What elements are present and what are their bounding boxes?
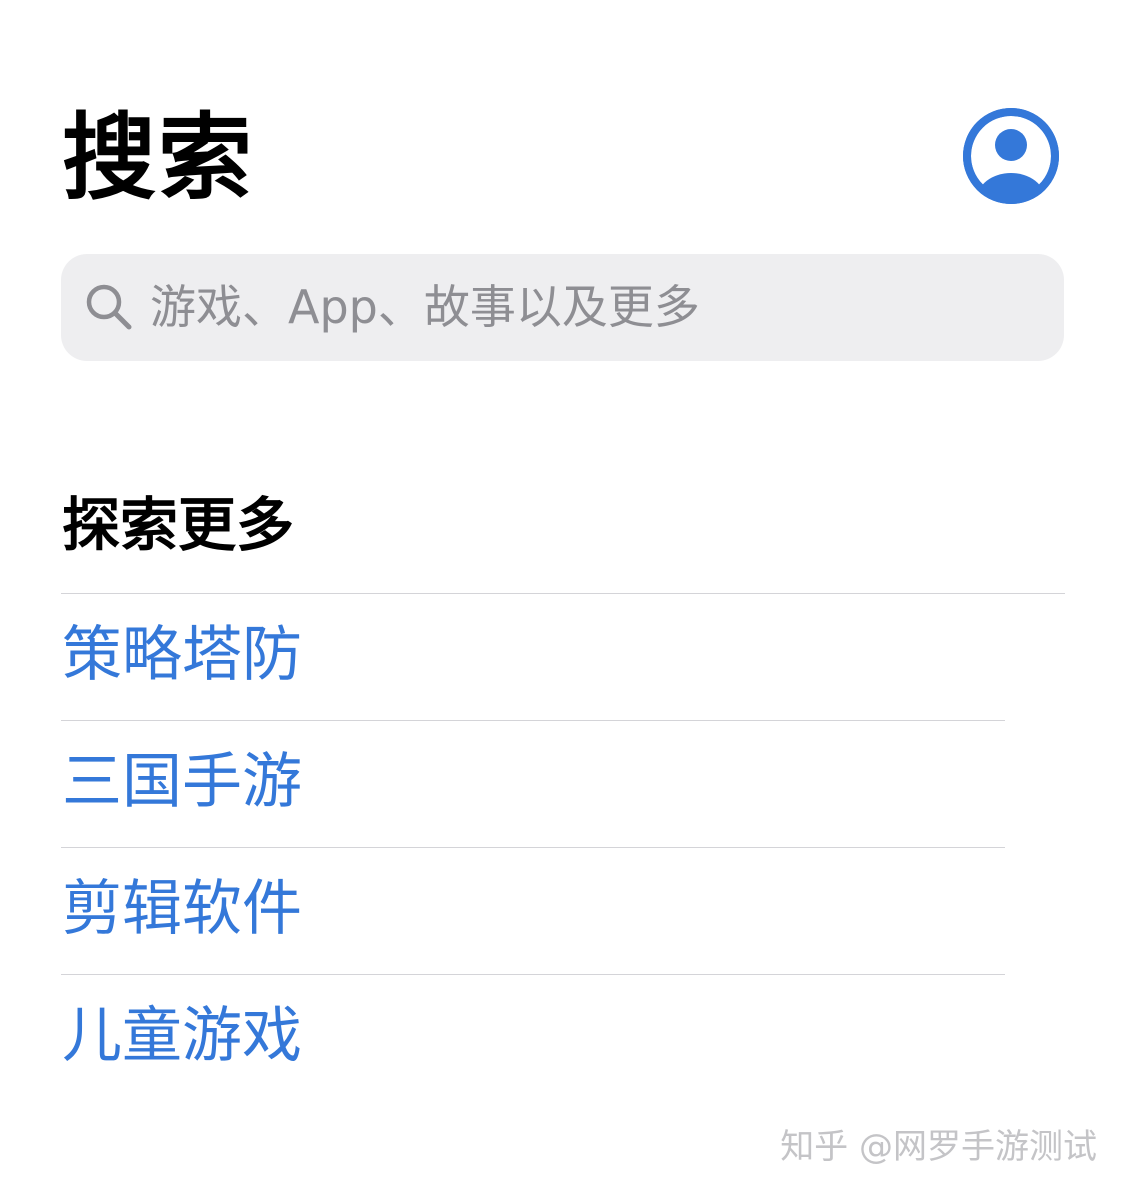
list-item-suggestion[interactable]: 三国手游 bbox=[62, 722, 1006, 848]
list-item-label: 剪辑软件 bbox=[62, 874, 302, 944]
page-title: 搜索 bbox=[62, 104, 255, 213]
search-placeholder: 游戏、App、故事以及更多 bbox=[150, 280, 700, 334]
list-item-label: 三国手游 bbox=[62, 747, 302, 817]
search-icon bbox=[84, 282, 134, 332]
section-divider bbox=[61, 593, 1065, 594]
list-item-suggestion[interactable]: 剪辑软件 bbox=[62, 849, 1006, 975]
list-divider bbox=[61, 974, 1005, 975]
watermark: 知乎 @网罗手游测试 bbox=[780, 1127, 1097, 1167]
list-divider bbox=[61, 847, 1005, 848]
person-circle-icon bbox=[963, 108, 1059, 204]
account-button[interactable] bbox=[962, 107, 1060, 205]
list-divider bbox=[61, 720, 1005, 721]
section-title-discover: 探索更多 bbox=[62, 491, 295, 559]
list-item-label: 策略塔防 bbox=[62, 620, 302, 690]
search-field[interactable]: 游戏、App、故事以及更多 bbox=[61, 254, 1064, 361]
list-item-suggestion[interactable]: 策略塔防 bbox=[62, 595, 1006, 721]
list-item-suggestion[interactable]: 儿童游戏 bbox=[62, 976, 1006, 1102]
list-item-label: 儿童游戏 bbox=[62, 1001, 302, 1071]
